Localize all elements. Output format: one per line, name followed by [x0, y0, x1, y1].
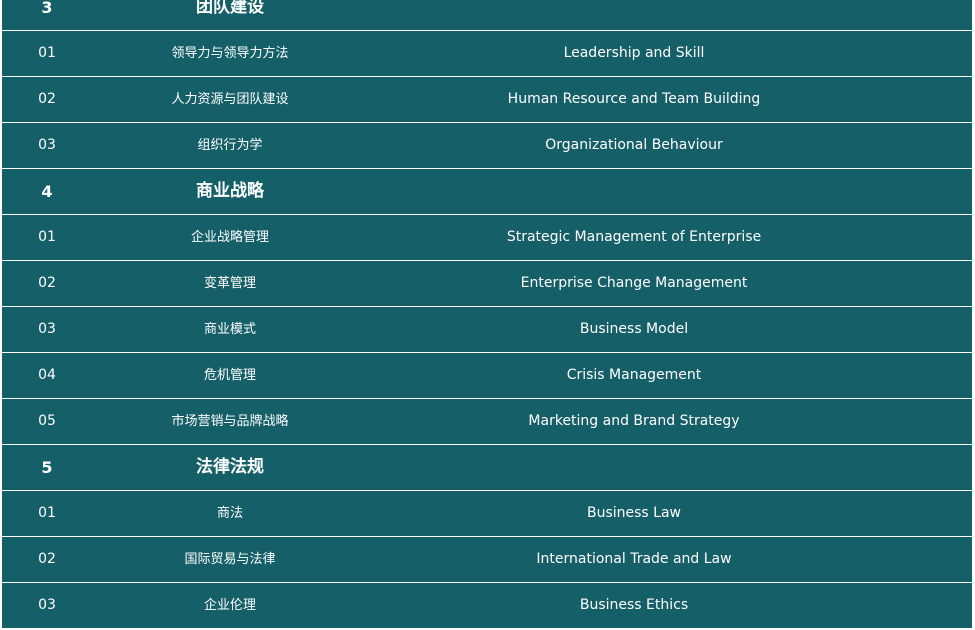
- course-row: 05 市场营销与品牌战略 Marketing and Brand Strategy: [2, 399, 972, 445]
- course-name-chinese: 商业模式: [203, 322, 256, 337]
- course-name-english: Business Ethics: [579, 597, 689, 613]
- course-name-chinese: 市场营销与品牌战略: [171, 414, 289, 429]
- course-row: 01 商法 Business Law: [2, 491, 972, 537]
- section-number: 5: [41, 458, 53, 477]
- course-number: 02: [38, 551, 56, 567]
- section-title: 团队建设: [196, 0, 264, 17]
- section-title: 法律法规: [196, 457, 264, 477]
- section-number: 3: [41, 0, 53, 17]
- course-name-chinese: 国际贸易与法律: [184, 552, 276, 567]
- course-name-english: Crisis Management: [566, 367, 702, 383]
- course-number: 04: [38, 367, 56, 383]
- course-number: 02: [38, 275, 56, 291]
- course-name-chinese: 领导力与领导力方法: [171, 46, 289, 61]
- section-header-row: 5 法律法规: [2, 445, 972, 491]
- course-name-chinese: 企业伦理: [203, 598, 256, 613]
- course-number: 01: [38, 45, 56, 61]
- course-name-chinese: 危机管理: [203, 368, 256, 383]
- course-row: 03 商业模式 Business Model: [2, 307, 972, 353]
- course-row: 02 国际贸易与法律 International Trade and Law: [2, 537, 972, 583]
- course-name-english: Human Resource and Team Building: [507, 91, 761, 107]
- course-name-chinese: 商法: [216, 506, 243, 521]
- section-header-row: 3 团队建设: [2, 0, 972, 31]
- course-row: 03 企业伦理 Business Ethics: [2, 583, 972, 628]
- course-number: 03: [38, 137, 56, 153]
- course-name-chinese: 变革管理: [203, 276, 256, 291]
- course-name-english: Leadership and Skill: [563, 45, 705, 61]
- course-row: 02 变革管理 Enterprise Change Management: [2, 261, 972, 307]
- course-name-english: Business Model: [579, 321, 689, 337]
- course-name-english: Marketing and Brand Strategy: [528, 413, 740, 429]
- course-name-english: Strategic Management of Enterprise: [506, 229, 762, 245]
- course-number: 02: [38, 91, 56, 107]
- course-name-chinese: 组织行为学: [197, 138, 263, 153]
- course-number: 05: [38, 413, 56, 429]
- course-number: 03: [38, 321, 56, 337]
- course-name-chinese: 企业战略管理: [190, 230, 269, 245]
- course-name-english: International Trade and Law: [536, 551, 732, 567]
- course-number: 01: [38, 505, 56, 521]
- course-row: 01 企业战略管理 Strategic Management of Enterpri…: [2, 215, 972, 261]
- course-table: 3 团队建设 01 领导力与领导力方法 Leadership and Skill 02 人力…: [1, 0, 973, 628]
- course-name-english: Organizational Behaviour: [545, 137, 723, 153]
- course-name-english: Business Law: [586, 505, 681, 521]
- course-number: 03: [38, 597, 56, 613]
- course-name-chinese: 人力资源与团队建设: [171, 92, 289, 107]
- section-title: 商业战略: [196, 181, 264, 201]
- course-row: 01 领导力与领导力方法 Leadership and Skill: [2, 31, 972, 77]
- course-row: 04 危机管理 Crisis Management: [2, 353, 972, 399]
- course-row: 02 人力资源与团队建设 Human Resource and Team Build…: [2, 77, 972, 123]
- course-number: 01: [38, 229, 56, 245]
- section-header-row: 4 商业战略: [2, 169, 972, 215]
- course-row: 03 组织行为学 Organizational Behaviour: [2, 123, 972, 169]
- section-number: 4: [41, 182, 53, 201]
- course-name-english: Enterprise Change Management: [520, 275, 748, 291]
